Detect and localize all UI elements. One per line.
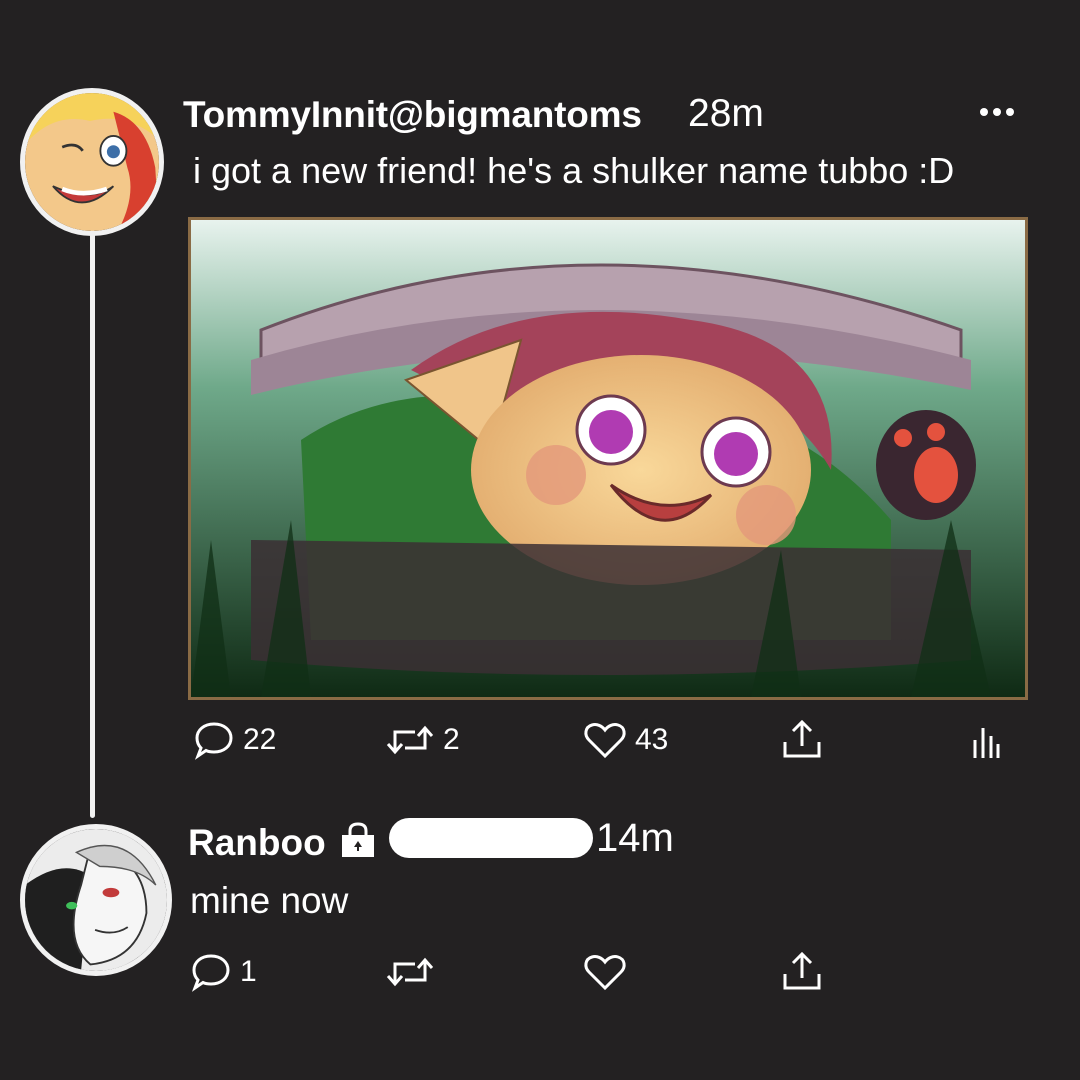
author-name[interactable]: TommyInnit@bigmantoms — [183, 94, 642, 136]
retweet-button[interactable] — [385, 954, 435, 990]
post-text: i got a new friend! he's a shulker name … — [193, 150, 955, 191]
reply-button[interactable]: 22 — [193, 720, 276, 760]
like-button[interactable] — [583, 952, 627, 992]
like-count: 43 — [635, 723, 669, 756]
avatar-ranboo[interactable] — [20, 824, 172, 976]
ellipsis-icon[interactable] — [980, 103, 1020, 117]
redacted-handle — [389, 818, 593, 858]
like-button[interactable]: 43 — [583, 720, 668, 760]
post-image[interactable] — [188, 217, 1028, 700]
reply-count: 1 — [240, 955, 257, 988]
share-icon — [783, 951, 821, 990]
analytics-button[interactable] — [970, 722, 1002, 760]
retweet-button[interactable]: 2 — [385, 722, 460, 758]
avatar-tommyinnit[interactable] — [20, 88, 164, 236]
share-button[interactable] — [780, 718, 824, 760]
author-name[interactable]: Ranboo — [188, 822, 326, 864]
lock-icon — [338, 822, 378, 858]
reply-icon — [191, 954, 230, 992]
post-timestamp: 28m — [688, 92, 764, 135]
post-timestamp: 14m — [596, 816, 674, 860]
thread-line — [90, 230, 95, 818]
share-button[interactable] — [780, 950, 824, 992]
retweet-icon — [386, 957, 434, 987]
heart-icon — [584, 955, 626, 991]
retweet-icon — [386, 725, 434, 755]
reply-button[interactable]: 1 — [190, 952, 257, 992]
analytics-icon — [973, 728, 1000, 758]
heart-icon — [584, 723, 626, 759]
shulker-illustration — [191, 220, 1025, 697]
reply-count: 22 — [243, 723, 277, 756]
reply-icon — [194, 722, 233, 760]
avatar-tommyinnit-image — [25, 93, 159, 231]
post-text: mine now — [190, 880, 349, 921]
share-icon — [783, 719, 821, 758]
retweet-count: 2 — [443, 723, 460, 756]
avatar-ranboo-image — [25, 829, 167, 971]
